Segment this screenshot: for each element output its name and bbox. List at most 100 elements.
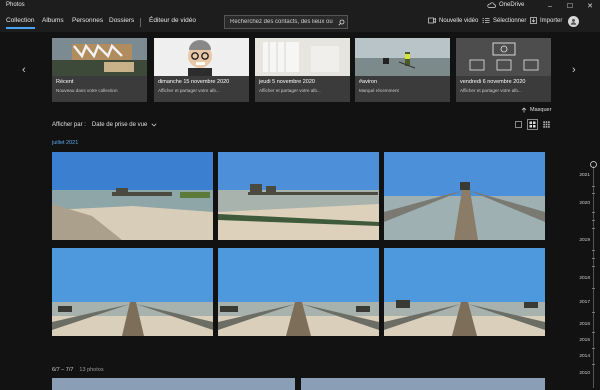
timeline-tick: [592, 364, 595, 365]
tab-collection[interactable]: Collection: [6, 17, 35, 29]
import-button[interactable]: Importer: [530, 17, 562, 24]
timeline-tick: [592, 258, 595, 259]
timeline-year[interactable]: 2015: [575, 338, 590, 343]
sort-dropdown[interactable]: Date de prise de vue: [92, 122, 157, 128]
sort-value: Date de prise de vue: [91, 122, 148, 128]
timeline-tick: [592, 348, 595, 349]
search-box[interactable]: [224, 15, 348, 29]
group-header-6-7-july[interactable]: 6/7 – 7/7 13 photos: [52, 367, 104, 373]
timeline-year[interactable]: 2014: [575, 354, 590, 359]
card-subtitle: Marqué récemment: [359, 88, 399, 93]
nav-divider: [140, 18, 141, 27]
import-icon: [530, 17, 537, 24]
timeline-tick: [592, 186, 595, 187]
highlight-card-nov15[interactable]: dimanche 15 novembre 2020 Afficher et pa…: [154, 38, 249, 102]
chevron-left-icon[interactable]: ‹: [22, 64, 26, 76]
minimize-icon: –: [548, 2, 552, 10]
timeline-tick: [592, 212, 595, 213]
new-video-button[interactable]: Nouvelle vidéo: [428, 17, 478, 24]
timeline-year[interactable]: 2021: [575, 173, 590, 178]
onedrive-label: OneDrive: [499, 2, 525, 8]
photo-thumbnail[interactable]: [384, 152, 545, 240]
card-thumbnail: [355, 38, 450, 76]
card-title: vendredi 6 novembre 2020: [460, 79, 526, 85]
tab-video-editor[interactable]: Éditeur de vidéo: [149, 17, 196, 24]
chevron-down-icon: [151, 123, 157, 127]
select-button[interactable]: Sélectionner: [482, 17, 526, 24]
timeline-tick: [592, 220, 595, 221]
cloud-icon: [487, 2, 496, 8]
card-thumbnail: [52, 38, 147, 76]
search-icon[interactable]: [335, 19, 347, 26]
video-icon: [428, 17, 436, 24]
card-subtitle: Afficher et partager votre alb...: [460, 88, 522, 93]
app-title: Photos: [6, 2, 25, 8]
highlight-card-nov5[interactable]: jeudi 5 novembre 2020 Afficher et partag…: [255, 38, 350, 102]
card-title: jeudi 5 novembre 2020: [259, 79, 315, 85]
group-date: 6/7 – 7/7: [52, 367, 74, 373]
hide-highlights-button[interactable]: Masquer: [521, 107, 551, 113]
timeline-year[interactable]: 2010: [575, 371, 590, 376]
user-icon: [570, 18, 577, 25]
card-subtitle: Nouveau dans votre collection: [56, 88, 118, 93]
minimize-button[interactable]: –: [540, 0, 560, 12]
timeline-tick: [592, 228, 595, 229]
timeline-scrubber[interactable]: 2021 2020 2019 2018 2017 2016 2015 2014 …: [575, 160, 600, 390]
timeline-tick: [592, 193, 595, 194]
tab-dossiers[interactable]: Dossiers: [109, 17, 134, 24]
timeline-tick: [592, 288, 595, 289]
group-header-july-2021[interactable]: juillet 2021: [52, 140, 78, 146]
tab-albums[interactable]: Albums: [42, 17, 64, 24]
maximize-button[interactable]: ☐: [560, 0, 580, 12]
timeline-year[interactable]: 2018: [575, 276, 590, 281]
photo-thumbnail[interactable]: [52, 248, 213, 336]
onedrive-status[interactable]: OneDrive: [487, 2, 524, 8]
photo-thumbnail[interactable]: [218, 152, 379, 240]
import-label: Importer: [540, 17, 563, 24]
timeline-track: [593, 166, 594, 388]
card-title: Récent: [56, 79, 74, 85]
card-subtitle: Afficher et partager votre alb...: [158, 88, 220, 93]
card-subtitle: Afficher et partager votre alb...: [259, 88, 321, 93]
timeline-year[interactable]: 2019: [575, 238, 590, 243]
small-grid-icon[interactable]: [543, 121, 550, 128]
timeline-year[interactable]: 2016: [575, 322, 590, 327]
arrow-up-icon: [521, 107, 527, 113]
select-label: Sélectionner: [493, 17, 527, 24]
photo-thumbnail[interactable]: [218, 248, 379, 336]
photo-thumbnail[interactable]: [52, 378, 295, 390]
select-icon: [482, 18, 490, 23]
sort-bar: Afficher par : Date de prise de vue: [52, 122, 157, 128]
timeline-tick: [592, 312, 595, 313]
maximize-icon: ☐: [566, 3, 574, 10]
title-bar: Photos OneDrive – ☐ ✕: [0, 0, 600, 12]
single-view-icon[interactable]: [515, 121, 522, 128]
group-count: 13 photos: [79, 367, 104, 373]
timeline-year[interactable]: 2017: [575, 300, 590, 305]
timeline-tick: [592, 250, 595, 251]
photo-thumbnail[interactable]: [384, 248, 545, 336]
card-thumbnail: [154, 38, 249, 76]
new-video-label: Nouvelle vidéo: [439, 17, 479, 24]
highlight-card-recent[interactable]: Récent Nouveau dans votre collection: [52, 38, 147, 102]
search-input[interactable]: [225, 19, 335, 25]
hide-label: Masquer: [530, 107, 552, 113]
close-button[interactable]: ✕: [580, 0, 600, 12]
card-thumbnail: [255, 38, 350, 76]
tab-personnes[interactable]: Personnes: [72, 17, 103, 24]
medium-grid-icon[interactable]: [527, 119, 538, 130]
timeline-year[interactable]: 2020: [575, 201, 590, 206]
card-thumbnail: [456, 38, 551, 76]
highlight-card-nov6[interactable]: vendredi 6 novembre 2020 Afficher et par…: [456, 38, 551, 102]
photo-thumbnail[interactable]: [52, 152, 213, 240]
card-title: dimanche 15 novembre 2020: [158, 79, 230, 85]
timeline-handle-icon[interactable]: [589, 160, 598, 169]
card-title: #aviron: [359, 79, 378, 85]
photo-thumbnail[interactable]: [301, 378, 545, 390]
avatar[interactable]: [568, 16, 579, 27]
chevron-right-icon[interactable]: ›: [572, 64, 576, 76]
highlight-card-aviron[interactable]: #aviron Marqué récemment: [355, 38, 450, 102]
close-icon: ✕: [587, 3, 593, 10]
sort-label: Afficher par :: [52, 122, 86, 128]
view-mode-switcher: [515, 119, 550, 130]
